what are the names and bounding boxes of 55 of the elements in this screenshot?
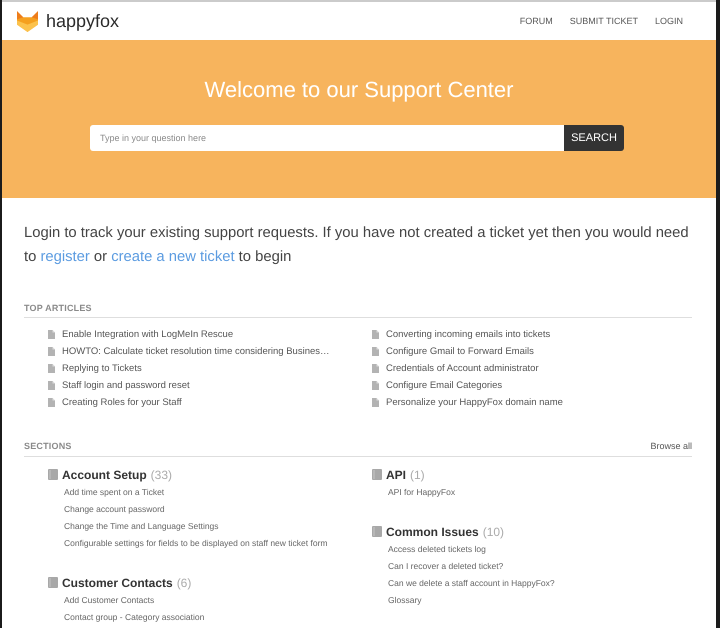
- nav-link[interactable]: SUBMIT TICKET: [570, 15, 638, 27]
- document-icon: [48, 346, 55, 356]
- article-link[interactable]: Add Customer Contacts: [64, 592, 154, 609]
- article-link[interactable]: Converting incoming emails into tickets: [386, 328, 550, 340]
- book-icon: [372, 526, 382, 536]
- browse-all-link[interactable]: Browse all: [650, 440, 692, 452]
- search-button[interactable]: SEARCH: [564, 125, 624, 151]
- article-link[interactable]: Access deleted tickets log: [388, 541, 486, 558]
- section-title[interactable]: Customer Contacts: [62, 576, 173, 590]
- fox-logo-icon: [17, 10, 38, 32]
- article-link[interactable]: Configure Gmail to Forward Emails: [386, 346, 534, 356]
- article-count: (33): [150, 468, 172, 482]
- article-link[interactable]: Change the Time and Language Settings: [64, 518, 219, 535]
- article-link[interactable]: Replying to Tickets: [62, 362, 142, 374]
- section-heading: TOP ARTICLES: [24, 302, 92, 314]
- article-link[interactable]: Personalize your HappyFox domain name: [386, 396, 563, 408]
- document-icon: [372, 346, 379, 356]
- welcome-title: Welcome to our Support Center: [204, 76, 514, 104]
- article-link[interactable]: Glossary: [388, 592, 422, 609]
- nav-link[interactable]: FORUM: [520, 15, 553, 27]
- article-link[interactable]: Configure Email Categories: [386, 380, 502, 390]
- document-icon: [48, 330, 55, 338]
- article-link[interactable]: Change account password: [64, 501, 165, 518]
- book-icon: [48, 468, 58, 480]
- article-link[interactable]: Credentials of Account administrator: [386, 362, 539, 374]
- section-heading: SECTIONS: [24, 440, 72, 452]
- article-link[interactable]: HOWTO: Calculate ticket resolution time considering Busines…: [62, 346, 330, 356]
- document-icon: [48, 398, 55, 406]
- article-link[interactable]: API for HappyFox: [388, 484, 456, 501]
- search-field[interactable]: Type in your question here: [90, 125, 564, 151]
- article-link[interactable]: Staff login and password reset: [62, 380, 190, 390]
- article-link[interactable]: Can we delete a staff account in HappyFox?: [388, 575, 555, 592]
- article-count: (10): [482, 525, 504, 539]
- book-icon: [372, 468, 382, 480]
- document-icon: [372, 364, 379, 372]
- section-title[interactable]: Common Issues: [386, 525, 479, 539]
- article-link[interactable]: Creating Roles for your Staff: [62, 396, 182, 408]
- document-icon: [48, 380, 55, 390]
- section-title[interactable]: API: [386, 468, 406, 482]
- document-icon: [48, 364, 55, 372]
- article-link[interactable]: Add time spent on a Ticket: [64, 484, 164, 501]
- document-icon: [372, 398, 379, 406]
- article-count: (1): [410, 468, 425, 482]
- article-link[interactable]: Contact group - Category association: [64, 609, 204, 626]
- article-link[interactable]: Configurable settings for fields to be displayed on staff new ticket form: [64, 535, 328, 552]
- nav-link[interactable]: LOGIN: [654, 15, 683, 27]
- article-link[interactable]: Enable Integration with LogMeIn Rescue: [62, 328, 234, 340]
- book-icon: [48, 576, 58, 588]
- article-link[interactable]: Can I recover a deleted ticket?: [388, 558, 504, 575]
- section-title[interactable]: Account Setup: [62, 468, 147, 482]
- article-count: (6): [176, 576, 192, 590]
- brand-name: happyfox: [46, 10, 120, 32]
- intro-text: Login to track your existing support requests. If you have not created a ticket yet then you would need to register or create a new ticket to begin: [24, 224, 690, 267]
- document-icon: [372, 380, 379, 390]
- document-icon: [372, 330, 379, 338]
